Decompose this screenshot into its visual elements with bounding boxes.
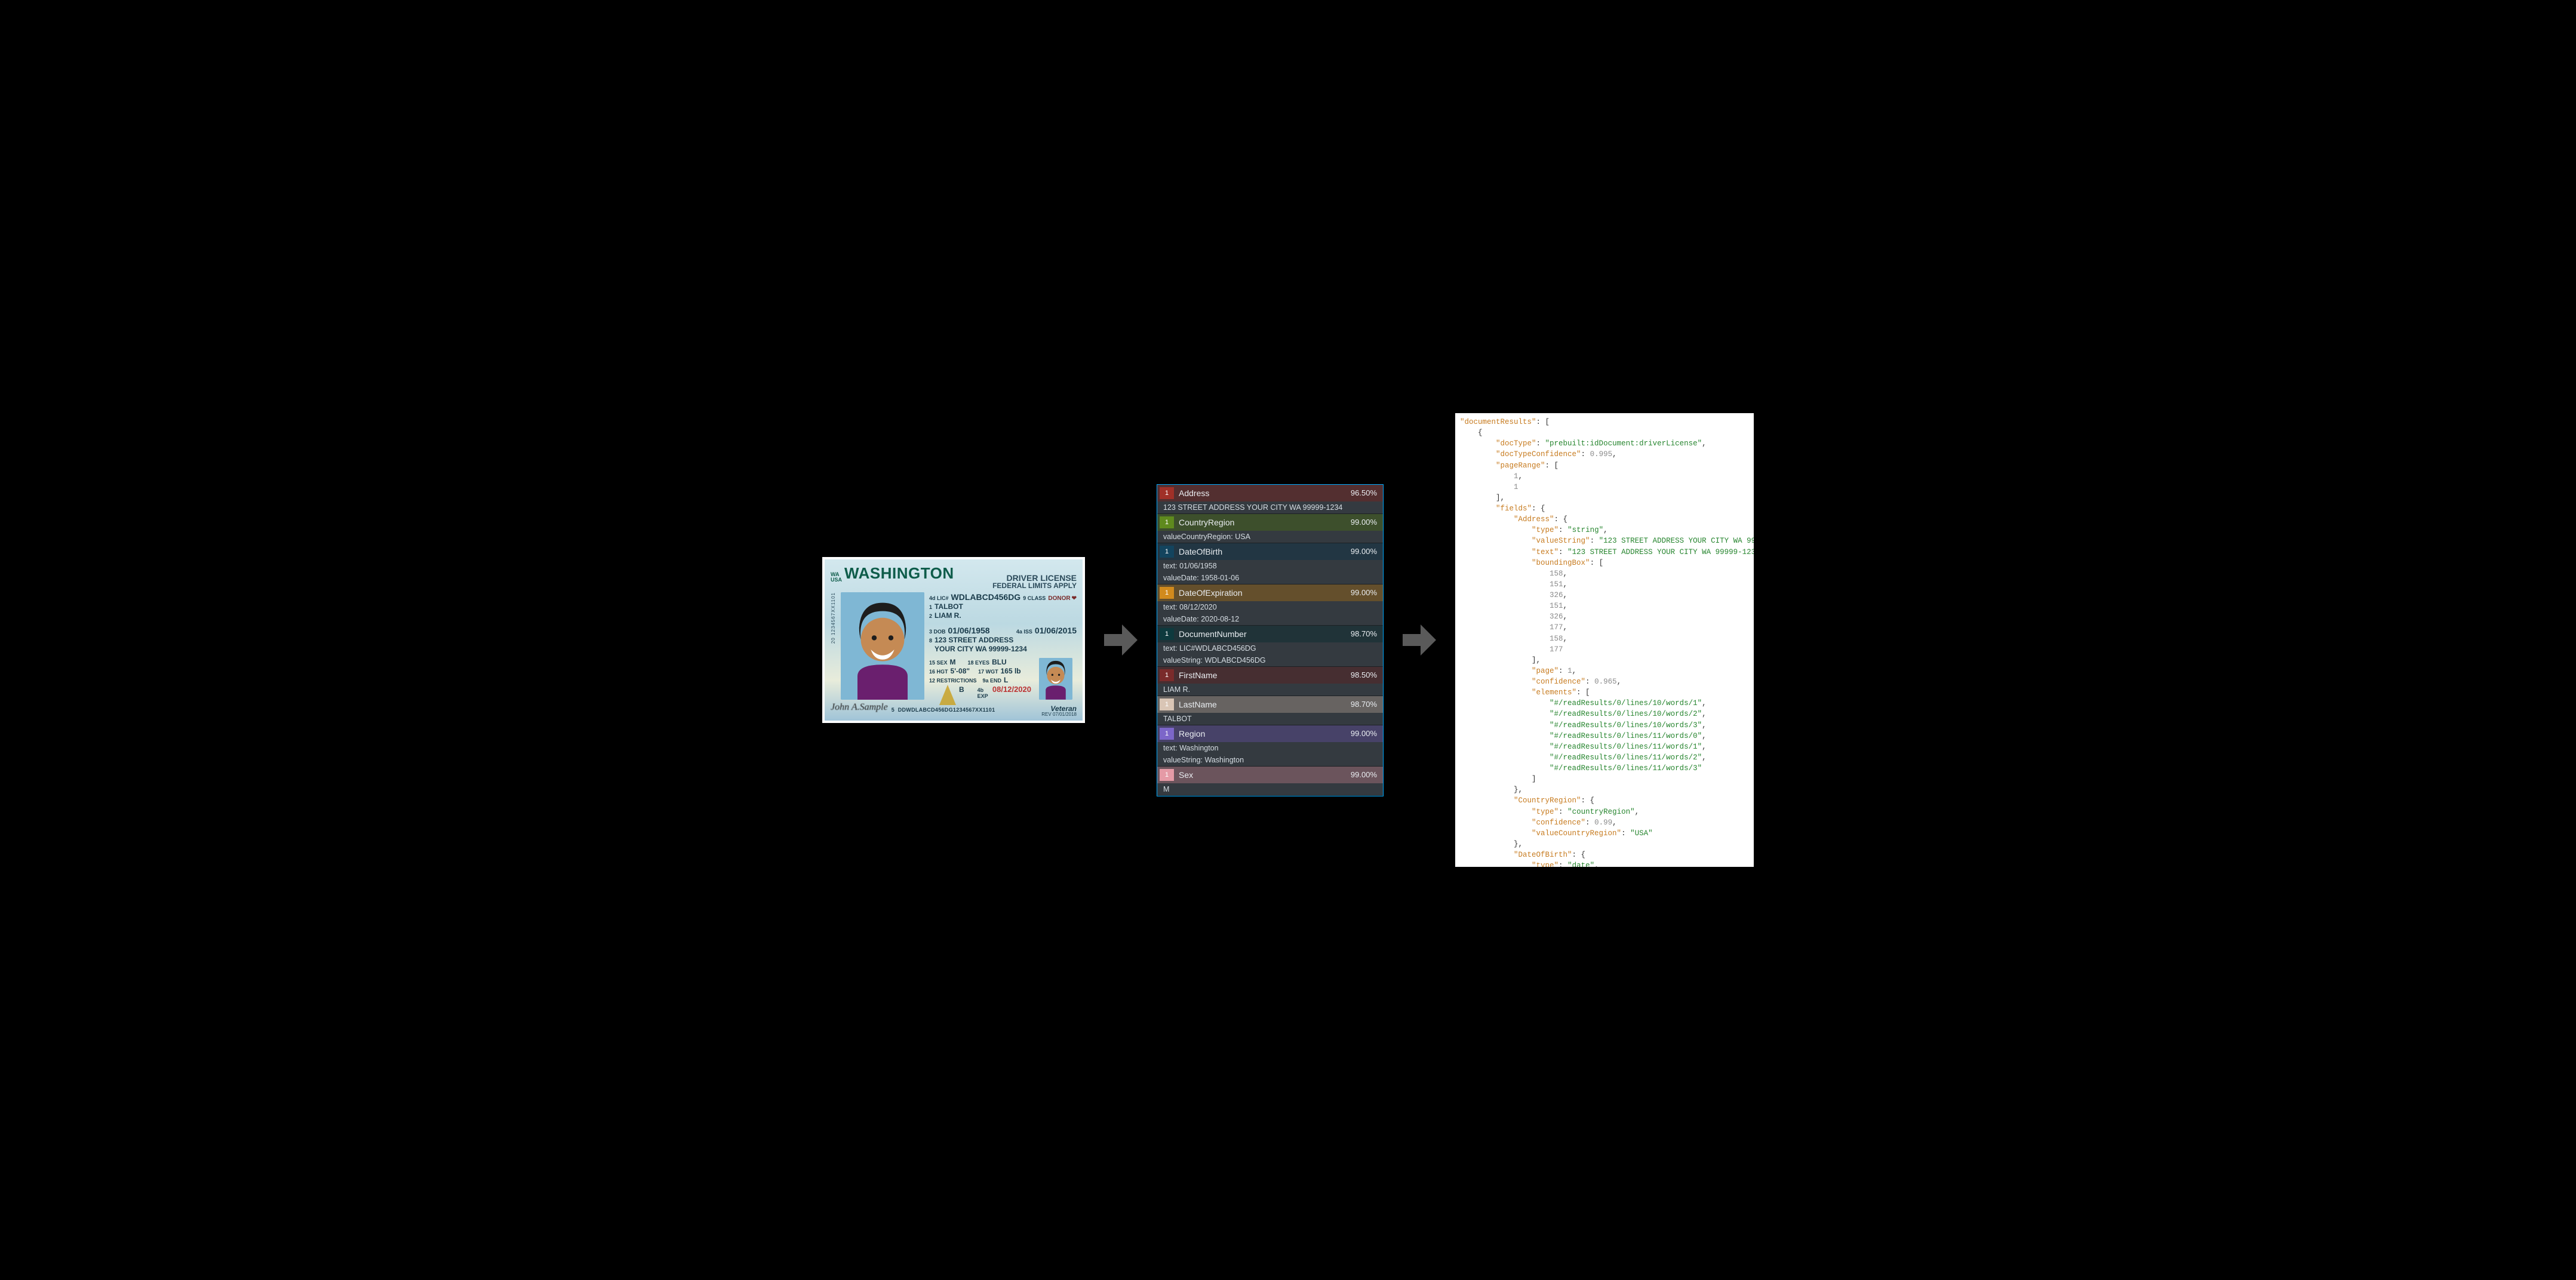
country: USA <box>831 577 842 583</box>
field-row-dateofbirth: 1 DateOfBirth 99.00% <box>1157 543 1383 560</box>
dob-label: 3 DOB <box>929 629 946 635</box>
end-value: L <box>1004 676 1008 684</box>
eyes-label: 18 EYES <box>968 660 990 666</box>
photo-mini <box>1039 658 1072 700</box>
field-confidence: 98.50% <box>1351 670 1377 679</box>
fields-panel: 1 Address 96.50% 123 STREET ADDRESS YOUR CI… <box>1157 484 1384 796</box>
field-confidence: 99.00% <box>1351 729 1377 738</box>
field-tag: 1 <box>1160 546 1174 558</box>
field-value: valueDate: 2020-08-12 <box>1157 613 1383 626</box>
field-name: FirstName <box>1179 670 1346 680</box>
donor-badge: DONOR ❤ <box>1048 595 1077 602</box>
field-value: M <box>1157 783 1383 796</box>
license-card: WA USA WASHINGTON DRIVER LICENSE FEDERAL… <box>822 557 1085 723</box>
field-confidence: 96.50% <box>1351 488 1377 497</box>
avatar-icon <box>841 592 924 700</box>
wgt-value: 165 lb <box>1001 667 1021 675</box>
barcode-label: 5 <box>892 707 894 713</box>
field-row-countryregion: 1 CountryRegion 99.00% <box>1157 514 1383 531</box>
field-tag: 1 <box>1160 769 1174 781</box>
dob-value: 01/06/1958 <box>948 626 990 635</box>
arrow-icon <box>1401 622 1437 658</box>
field-row-documentnumber: 1 DocumentNumber 98.70% <box>1157 626 1383 642</box>
field-value: TALBOT <box>1157 713 1383 725</box>
eyes-value: BLU <box>992 658 1007 666</box>
field-value: text: LIC#WDLABCD456DG <box>1157 642 1383 654</box>
field-row-address: 1 Address 96.50% <box>1157 485 1383 501</box>
field-value: valueDate: 1958-01-06 <box>1157 572 1383 584</box>
field-value: valueString: WDLABCD456DG <box>1157 654 1383 667</box>
field-value: valueCountryRegion: USA <box>1157 531 1383 543</box>
exp-value: 08/12/2020 <box>992 685 1031 694</box>
field-name: DateOfBirth <box>1179 547 1346 556</box>
barcode-value: DDWDLABCD456DG1234567XX1101 <box>898 707 1047 713</box>
avatar-mini-icon <box>1039 658 1072 700</box>
sex-value: M <box>950 658 956 666</box>
field-confidence: 98.70% <box>1351 700 1377 709</box>
field-name: Region <box>1179 729 1346 739</box>
field-name: DateOfExpiration <box>1179 588 1346 598</box>
field-tag: 1 <box>1160 587 1174 599</box>
sex-label: 15 SEX <box>929 660 948 666</box>
hgt-value: 5'-08" <box>951 667 970 675</box>
hgt-label: 16 HGT <box>929 669 948 675</box>
field-value: 123 STREET ADDRESS YOUR CITY WA 99999-12… <box>1157 501 1383 514</box>
field-value: text: 08/12/2020 <box>1157 601 1383 613</box>
field-name: Sex <box>1179 770 1346 780</box>
json-output: "documentResults": [ { "docType": "prebu… <box>1455 413 1754 867</box>
signature: John A.Sample <box>831 702 888 713</box>
field-name: Address <box>1179 488 1346 498</box>
field-tag: 1 <box>1160 487 1174 499</box>
line2-label: 2 <box>929 613 932 619</box>
field-confidence: 99.00% <box>1351 588 1377 597</box>
wgt-label: 17 WGT <box>978 669 998 675</box>
iss-value: 01/06/2015 <box>1035 626 1077 635</box>
field-name: CountryRegion <box>1179 518 1346 527</box>
field-row-region: 1 Region 99.00% <box>1157 725 1383 742</box>
first-name: LIAM R. <box>935 611 961 620</box>
class-label: 9 CLASS <box>1023 595 1046 601</box>
field-row-dateofexpiration: 1 DateOfExpiration 99.00% <box>1157 584 1383 601</box>
field-row-firstname: 1 FirstName 98.50% <box>1157 667 1383 684</box>
heart-icon: ❤ <box>1072 595 1077 602</box>
field-tag: 1 <box>1160 728 1174 740</box>
field-tag: 1 <box>1160 516 1174 528</box>
federal-limits: FEDERAL LIMITS APPLY <box>831 581 1077 590</box>
field-value: LIAM R. <box>1157 684 1383 696</box>
field-tag: 1 <box>1160 669 1174 681</box>
field-confidence: 99.00% <box>1351 518 1377 527</box>
end-label: 9a END <box>983 678 1002 684</box>
line1-label: 1 <box>929 604 932 610</box>
field-name: LastName <box>1179 700 1346 709</box>
lic-number: WDLABCD456DG <box>951 592 1021 602</box>
field-value: text: Washington <box>1157 742 1383 754</box>
addr-label: 8 <box>929 638 932 644</box>
addr1: 123 STREET ADDRESS <box>935 636 1013 644</box>
field-value: text: 01/06/1958 <box>1157 560 1383 572</box>
exp-label: 4b EXP <box>977 687 990 699</box>
field-confidence: 99.00% <box>1351 770 1377 779</box>
field-tag: 1 <box>1160 699 1174 710</box>
tree-icon <box>939 685 956 705</box>
state-title: WASHINGTON <box>844 564 954 583</box>
field-row-lastname: 1 LastName 98.70% <box>1157 696 1383 713</box>
field-confidence: 99.00% <box>1351 547 1377 556</box>
diagram-stage: WA USA WASHINGTON DRIVER LICENSE FEDERAL… <box>0 0 2576 1280</box>
field-tag: 1 <box>1160 628 1174 640</box>
side-code: 20 1234567XX1101 <box>831 592 836 644</box>
lic-label: 4d LIC# <box>929 595 949 601</box>
rest-value: B <box>959 685 964 694</box>
last-name: TALBOT <box>935 602 963 611</box>
addr2: YOUR CITY WA 99999-1234 <box>935 645 1027 653</box>
rest-label: 12 RESTRICTIONS <box>929 678 977 684</box>
field-confidence: 98.70% <box>1351 629 1377 638</box>
field-row-sex: 1 Sex 99.00% <box>1157 767 1383 783</box>
photo-main <box>841 592 924 700</box>
field-value: valueString: Washington <box>1157 754 1383 767</box>
field-name: DocumentNumber <box>1179 629 1346 639</box>
arrow-icon <box>1103 622 1139 658</box>
iss-label: 4a ISS <box>1016 629 1032 635</box>
